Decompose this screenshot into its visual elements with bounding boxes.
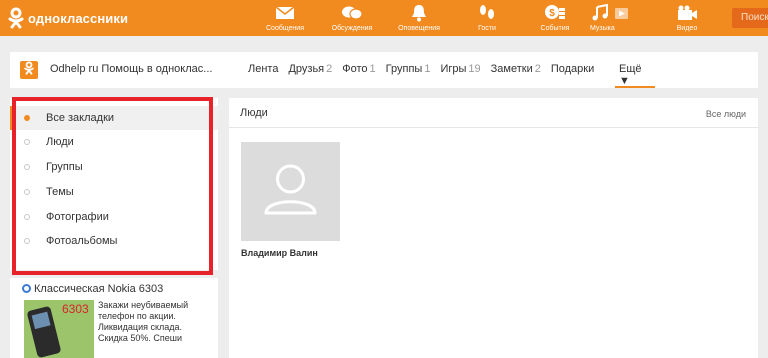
bullet-icon	[24, 139, 30, 145]
video-camera-icon	[654, 3, 720, 23]
sidebar-item-topics[interactable]: Темы	[10, 180, 218, 204]
nav-label: Видео	[676, 25, 698, 32]
nav-label: Сообщения	[266, 25, 304, 32]
bullet-icon	[24, 189, 30, 195]
ad-badge-icon	[22, 284, 31, 293]
tab-feed[interactable]: Лента	[248, 63, 278, 75]
content-lower-panel	[229, 280, 758, 358]
tab-gifts[interactable]: Подарки	[551, 63, 594, 75]
panel-header: Люди Все люди	[229, 98, 758, 128]
nav-messages[interactable]: Сообщения	[252, 3, 318, 33]
envelope-icon	[252, 3, 318, 23]
bullet-icon	[24, 238, 30, 244]
tab-count: 1	[424, 63, 431, 75]
ok-logo-icon	[24, 60, 34, 80]
ad-price: 6303	[62, 302, 89, 316]
ad-title[interactable]: Классическая Nokia 6303	[22, 283, 163, 295]
sidebar-item-label: Все закладки	[46, 112, 115, 124]
sidebar-item-label: Люди	[46, 136, 74, 148]
sidebar-item-people[interactable]: Люди	[10, 130, 218, 154]
svg-text:$: $	[549, 8, 555, 19]
tab-games[interactable]: Игры 19	[440, 63, 480, 75]
all-people-link[interactable]: Все люди	[706, 109, 746, 119]
bell-icon	[386, 3, 452, 23]
tab-count: 19	[468, 63, 481, 75]
profile-bar: Odhelp ru Помощь в одноклас... Лента Дру…	[10, 52, 758, 88]
tab-count: 2	[534, 63, 541, 75]
person-card[interactable]: Владимир Валин	[241, 142, 341, 258]
bookmarks-sidebar: Все закладки Люди Группы Темы Фотографии…	[10, 98, 218, 270]
sidebar-item-photos[interactable]: Фотографии	[10, 205, 218, 229]
tab-count: 1	[369, 63, 376, 75]
sidebar-item-label: Фотоальбомы	[46, 235, 118, 247]
ad-block[interactable]: Классическая Nokia 6303 6303 Закажи неуб…	[10, 278, 218, 358]
people-panel: Люди Все люди Владимир Валин	[229, 98, 758, 280]
bullet-icon	[24, 164, 30, 170]
sidebar-item-label: Фотографии	[46, 211, 109, 223]
profile-name[interactable]: Odhelp ru Помощь в одноклас...	[50, 63, 212, 75]
nav-discussions[interactable]: Обсуждения	[319, 3, 385, 33]
nav-guests[interactable]: Гости	[454, 3, 520, 33]
nav-notifications[interactable]: Оповещения	[386, 3, 452, 33]
phone-icon	[26, 305, 62, 358]
nav-label: Гости	[478, 25, 496, 32]
search-button[interactable]: Поиск	[732, 8, 768, 28]
top-bar: одноклассники Сообщения Обсуждения Опове…	[0, 0, 768, 36]
brand-name: одноклассники	[28, 10, 129, 26]
tab-count: 2	[326, 63, 333, 75]
bullet-icon	[24, 115, 30, 121]
nav-label: Обсуждения	[331, 25, 373, 32]
footprints-icon	[454, 3, 520, 23]
sidebar-item-all-bookmarks[interactable]: Все закладки	[10, 106, 218, 130]
section-title: Люди	[240, 107, 268, 119]
sidebar-item-label: Темы	[46, 186, 74, 198]
tab-more[interactable]: Ещё ▼	[615, 52, 655, 88]
profile-tabs: Лента Друзья 2 Фото 1 Группы 1 Игры 19 Замет…	[248, 63, 604, 75]
tab-photos[interactable]: Фото 1	[342, 63, 375, 75]
sidebar-item-groups[interactable]: Группы	[10, 155, 218, 179]
person-name[interactable]: Владимир Валин	[241, 248, 341, 258]
music-note-icon	[578, 3, 644, 23]
bullet-icon	[24, 214, 30, 220]
tab-friends[interactable]: Друзья 2	[288, 63, 332, 75]
tab-groups[interactable]: Группы 1	[386, 63, 431, 75]
ad-text: Закажи неубиваемый телефон по акции. Лик…	[98, 300, 189, 343]
sidebar-item-photo-albums[interactable]: Фотоальбомы	[10, 229, 218, 253]
nav-label: Музыка	[590, 25, 615, 32]
chat-bubbles-icon	[319, 3, 385, 23]
nav-music[interactable]: Музыка	[578, 3, 644, 33]
site-logo[interactable]: одноклассники	[8, 7, 128, 29]
nav-label: Оповещения	[398, 25, 440, 32]
ad-image[interactable]: 6303	[24, 300, 94, 358]
avatar[interactable]	[241, 142, 340, 241]
ok-logo-icon	[8, 7, 24, 29]
nav-video[interactable]: Видео	[654, 3, 720, 33]
tab-notes[interactable]: Заметки 2	[491, 63, 541, 75]
sidebar-item-label: Группы	[46, 161, 83, 173]
profile-avatar[interactable]	[20, 60, 38, 80]
